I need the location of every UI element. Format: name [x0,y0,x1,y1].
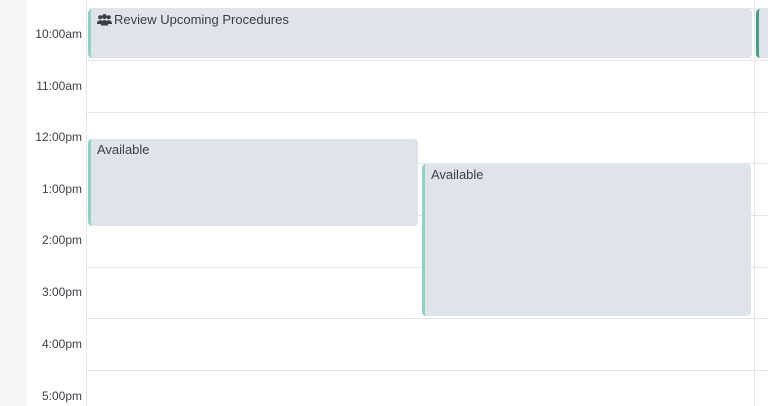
group-icon-svg [97,13,112,25]
time-label-11am: 11:00am [36,79,82,93]
time-label-1pm: 1:00pm [41,182,82,196]
event-review-upcoming-procedures[interactable]: Review Upcoming Procedures [88,9,752,58]
time-label-2pm: 2:00pm [41,233,82,247]
time-label-12pm: 12:00pm [35,130,82,144]
event-title: Review Upcoming Procedures [114,12,289,27]
hour-line [87,112,768,113]
time-label-10am: 10:00am [35,27,82,41]
time-label-5pm: 5:00pm [41,389,82,403]
event-partial-next-column[interactable] [756,9,768,58]
calendar-week-view: 10:00am 11:00am 12:00pm 1:00pm 2:00pm 3:… [27,0,768,406]
hour-line [87,318,768,319]
event-available-2[interactable]: Available [422,164,751,316]
event-title: Available [97,142,150,157]
time-label-4pm: 4:00pm [41,337,82,351]
hour-line [87,60,768,61]
time-label-3pm: 3:00pm [41,285,82,299]
day-column-divider [754,0,755,406]
event-title: Available [431,167,484,182]
hour-line [87,370,768,371]
calendar-grid[interactable]: Review Upcoming Procedures Available Ava… [87,0,768,406]
event-available-1[interactable]: Available [88,139,418,226]
time-gutter: 10:00am 11:00am 12:00pm 1:00pm 2:00pm 3:… [27,0,87,406]
group-icon [97,13,112,26]
